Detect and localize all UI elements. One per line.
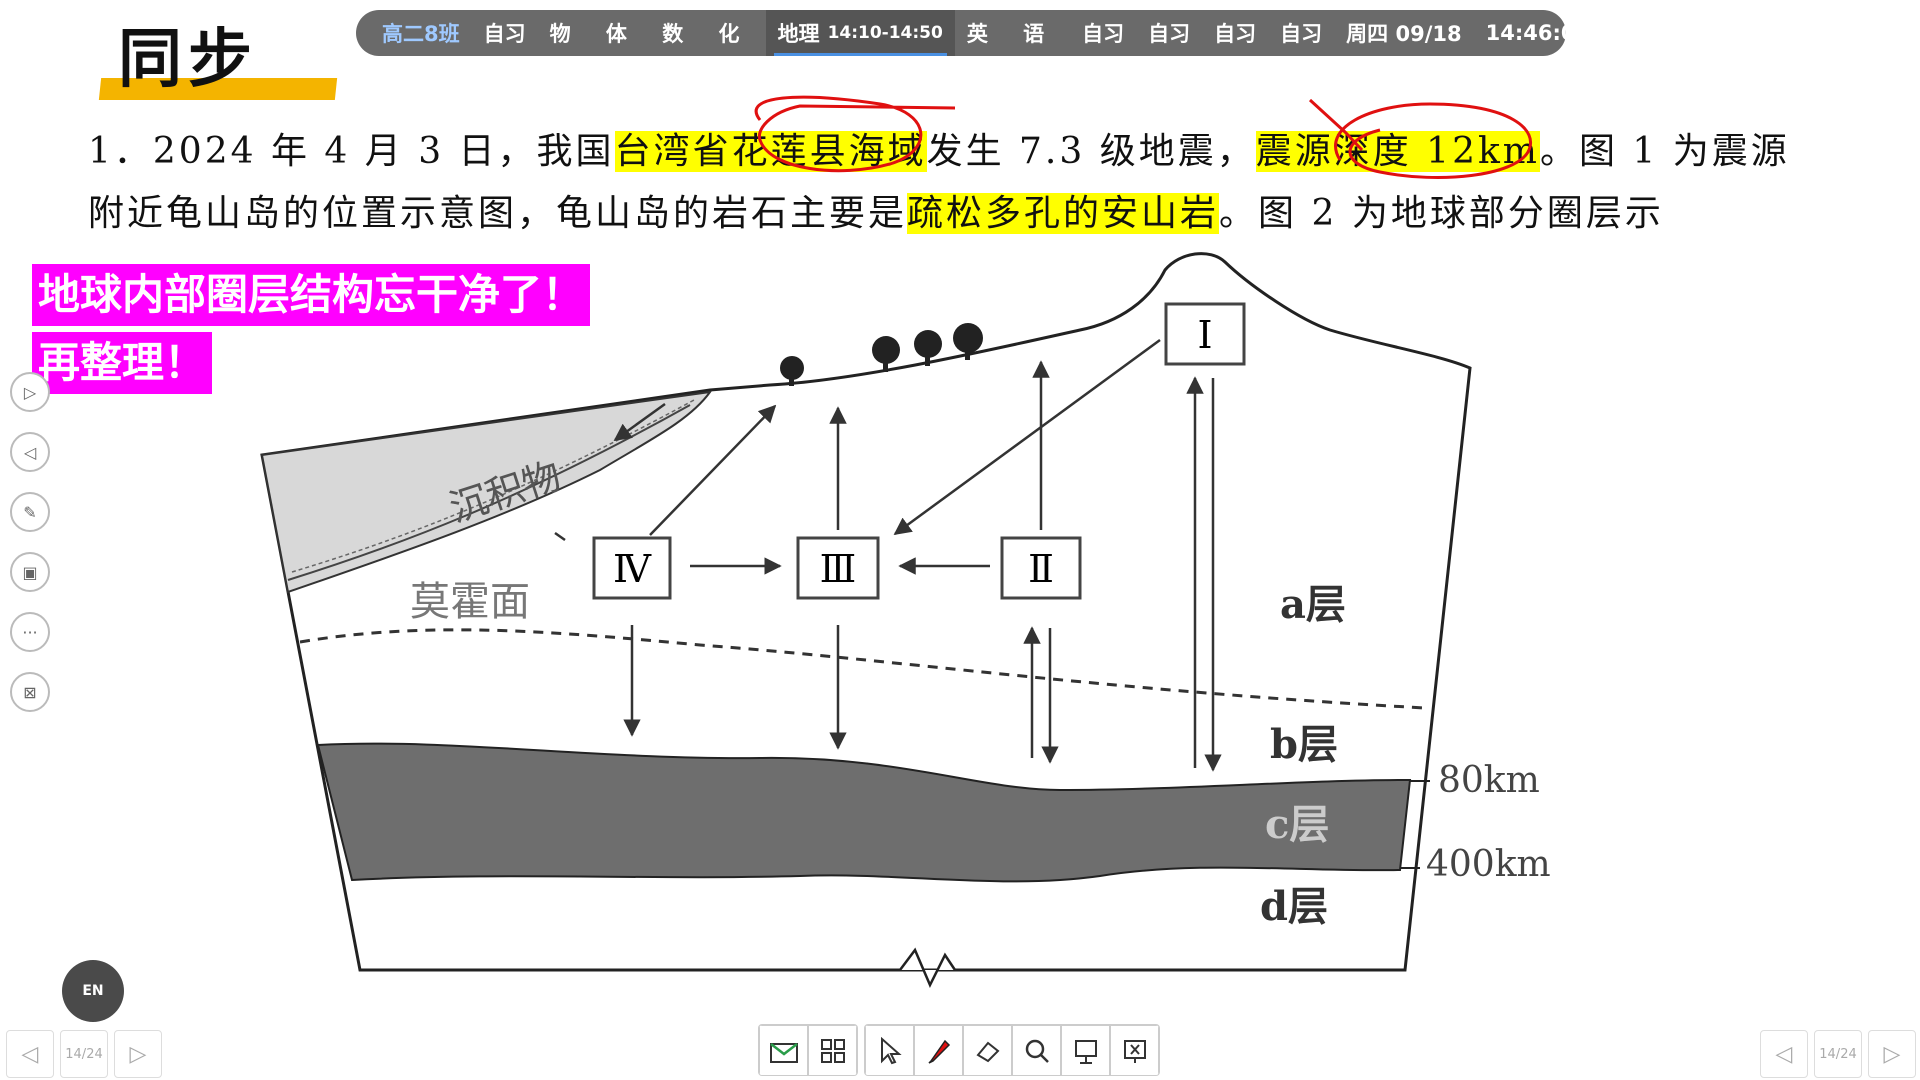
toolbar-group: [758, 1024, 858, 1076]
pen-slash-icon[interactable]: ✎: [10, 492, 50, 532]
box-I: Ⅰ: [1164, 302, 1246, 366]
depth-80km-label: 80km: [1438, 760, 1540, 801]
layer-d-label: d层: [1260, 883, 1328, 930]
box-IV: Ⅳ: [592, 536, 672, 600]
layer-a-label: a层: [1280, 581, 1346, 628]
box-label: Ⅲ: [820, 547, 857, 591]
box-III: Ⅲ: [796, 536, 880, 600]
grid-apps-icon[interactable]: [808, 1025, 857, 1075]
toolbar-group: [864, 1024, 1160, 1076]
eraser-icon[interactable]: [963, 1025, 1012, 1075]
prev-page-button[interactable]: ◁: [6, 1030, 54, 1078]
annotation-toolbar: [758, 1024, 1166, 1076]
screen-off-icon[interactable]: ⊠: [10, 672, 50, 712]
moho-label: 莫霍面: [410, 579, 530, 625]
input-method-badge[interactable]: EN: [62, 960, 124, 1022]
magnifier-icon[interactable]: [1012, 1025, 1061, 1075]
cursor-icon[interactable]: [865, 1025, 914, 1075]
box-II: Ⅱ: [1000, 536, 1082, 600]
play-next-icon[interactable]: ▷: [10, 372, 50, 412]
box-label: Ⅰ: [1197, 313, 1212, 357]
page-counter: 14/24: [1814, 1030, 1862, 1078]
box-label: Ⅱ: [1028, 547, 1054, 591]
more-icon[interactable]: ···: [10, 612, 50, 652]
box-label: Ⅳ: [613, 547, 652, 591]
next-page-button[interactable]: ▷: [1868, 1030, 1916, 1078]
depth-400km-label: 400km: [1426, 844, 1551, 885]
red-pen-icon[interactable]: [914, 1025, 963, 1075]
screen-annotate-icon[interactable]: ▣: [10, 552, 50, 592]
page-counter: 14/24: [60, 1030, 108, 1078]
whiteboard-icon[interactable]: [1061, 1025, 1110, 1075]
earth-layers-diagram: Ⅳ Ⅲ Ⅱ Ⅰ 沉积物 莫霍面 a层 b层 c层 d层 80km 400km: [260, 252, 1551, 988]
close-slide-icon[interactable]: [1110, 1025, 1159, 1075]
envelope-icon[interactable]: [759, 1025, 808, 1075]
next-page-button[interactable]: ▷: [114, 1030, 162, 1078]
prev-page-button[interactable]: ◁: [1760, 1030, 1808, 1078]
layer-b-label: b层: [1270, 721, 1338, 768]
layer-c-label: c层: [1265, 801, 1329, 848]
play-prev-icon[interactable]: ◁: [10, 432, 50, 472]
